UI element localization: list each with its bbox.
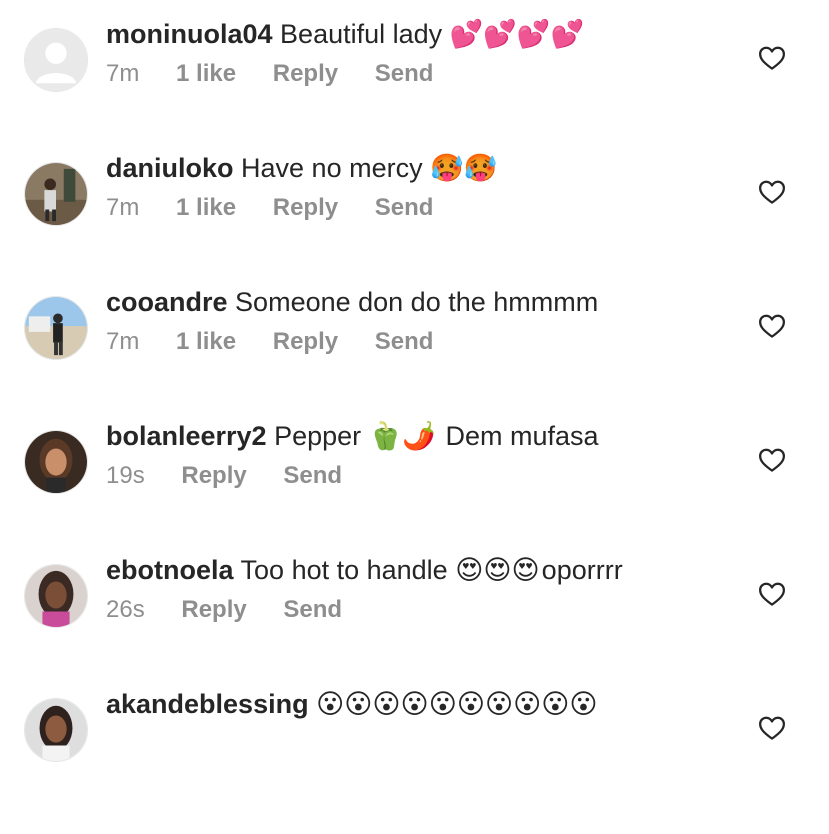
reply-button[interactable]: Reply: [181, 596, 246, 623]
comment-item: akandeblessing 😮😮😮😮😮😮😮😮😮😮: [0, 689, 829, 834]
comment-item: ebotnoela Too hot to handle 😍😍😍oporrrr 2…: [0, 555, 829, 700]
send-button[interactable]: Send: [375, 194, 434, 221]
like-button[interactable]: [757, 713, 787, 743]
heart-outline-icon: [759, 46, 785, 70]
comment-text: cooandre Someone don do the hmmmm: [106, 282, 706, 322]
comment-body: Have no mercy: [241, 153, 423, 183]
emoji-hot-face: 🥵🥵: [430, 153, 498, 184]
comment-text: ebotnoela Too hot to handle 😍😍😍oporrrr: [106, 550, 706, 591]
profile-photo: [25, 699, 87, 761]
reply-button[interactable]: Reply: [181, 462, 246, 489]
reply-button[interactable]: Reply: [273, 328, 338, 355]
emoji-hearts: 💕💕💕💕: [449, 19, 585, 50]
reply-button[interactable]: Reply: [273, 60, 338, 87]
heart-outline-icon: [759, 582, 785, 606]
avatar[interactable]: [24, 28, 88, 92]
username[interactable]: daniuloko: [106, 153, 234, 183]
comment-item: daniuloko Have no mercy 🥵🥵 7m 1 like Rep…: [0, 153, 829, 298]
send-button[interactable]: Send: [375, 328, 434, 355]
timestamp: 7m: [106, 60, 140, 87]
profile-photo: [25, 565, 87, 627]
comment-text: bolanleerry2 Pepper 🫑🌶️ Dem mufasa: [106, 416, 706, 457]
likes-count[interactable]: 1 like: [176, 328, 236, 355]
comment-text: daniuloko Have no mercy 🥵🥵: [106, 148, 706, 189]
send-button[interactable]: Send: [375, 60, 434, 87]
like-button[interactable]: [757, 445, 787, 475]
avatar[interactable]: [24, 296, 88, 360]
comment-meta: 7m 1 like Reply Send: [106, 328, 463, 356]
heart-outline-icon: [759, 180, 785, 204]
comment-body: Pepper: [274, 421, 362, 451]
emoji-surprised: 😮😮😮😮😮😮😮😮😮😮: [316, 689, 598, 720]
username[interactable]: cooandre: [106, 287, 228, 317]
profile-photo: [25, 163, 87, 225]
avatar[interactable]: [24, 162, 88, 226]
comment-text: akandeblessing 😮😮😮😮😮😮😮😮😮😮: [106, 684, 706, 725]
emoji-peppers: 🫑🌶️: [368, 421, 436, 452]
avatar[interactable]: [24, 564, 88, 628]
emoji-heart-eyes: 😍😍😍: [455, 555, 540, 586]
comment-item: cooandre Someone don do the hmmmm 7m 1 l…: [0, 287, 829, 432]
comment-body-trail: oporrrr: [541, 555, 623, 585]
like-button[interactable]: [757, 43, 787, 73]
likes-count[interactable]: 1 like: [176, 194, 236, 221]
comment-body: Someone don do the hmmmm: [235, 287, 599, 317]
default-avatar-icon: [25, 29, 87, 91]
username[interactable]: ebotnoela: [106, 555, 234, 585]
comment-body: Too hot to handle: [240, 555, 448, 585]
reply-button[interactable]: Reply: [273, 194, 338, 221]
comment-text: moninuola04 Beautiful lady 💕💕💕💕: [106, 14, 706, 55]
comment-item: moninuola04 Beautiful lady 💕💕💕💕 7m 1 lik…: [0, 19, 829, 164]
avatar[interactable]: [24, 430, 88, 494]
avatar[interactable]: [24, 698, 88, 762]
username[interactable]: akandeblessing: [106, 689, 309, 719]
profile-photo: [25, 297, 87, 359]
comment-item: bolanleerry2 Pepper 🫑🌶️ Dem mufasa 19s R…: [0, 421, 829, 566]
comment-body: Beautiful lady: [280, 19, 443, 49]
heart-outline-icon: [759, 716, 785, 740]
heart-outline-icon: [759, 448, 785, 472]
timestamp: 7m: [106, 194, 140, 221]
like-button[interactable]: [757, 311, 787, 341]
comments-list: moninuola04 Beautiful lady 💕💕💕💕 7m 1 lik…: [0, 0, 829, 775]
like-button[interactable]: [757, 177, 787, 207]
timestamp: 19s: [106, 462, 145, 489]
profile-photo: [25, 431, 87, 493]
comment-meta: 26s Reply Send: [106, 596, 372, 624]
username[interactable]: moninuola04: [106, 19, 273, 49]
likes-count[interactable]: 1 like: [176, 60, 236, 87]
comment-meta: 7m 1 like Reply Send: [106, 60, 463, 88]
send-button[interactable]: Send: [283, 596, 342, 623]
comment-meta: 7m 1 like Reply Send: [106, 194, 463, 222]
timestamp: 7m: [106, 328, 140, 355]
comment-meta: 19s Reply Send: [106, 462, 372, 490]
timestamp: 26s: [106, 596, 145, 623]
comment-body-trail: Dem mufasa: [445, 421, 599, 451]
like-button[interactable]: [757, 579, 787, 609]
send-button[interactable]: Send: [283, 462, 342, 489]
username[interactable]: bolanleerry2: [106, 421, 267, 451]
heart-outline-icon: [759, 314, 785, 338]
